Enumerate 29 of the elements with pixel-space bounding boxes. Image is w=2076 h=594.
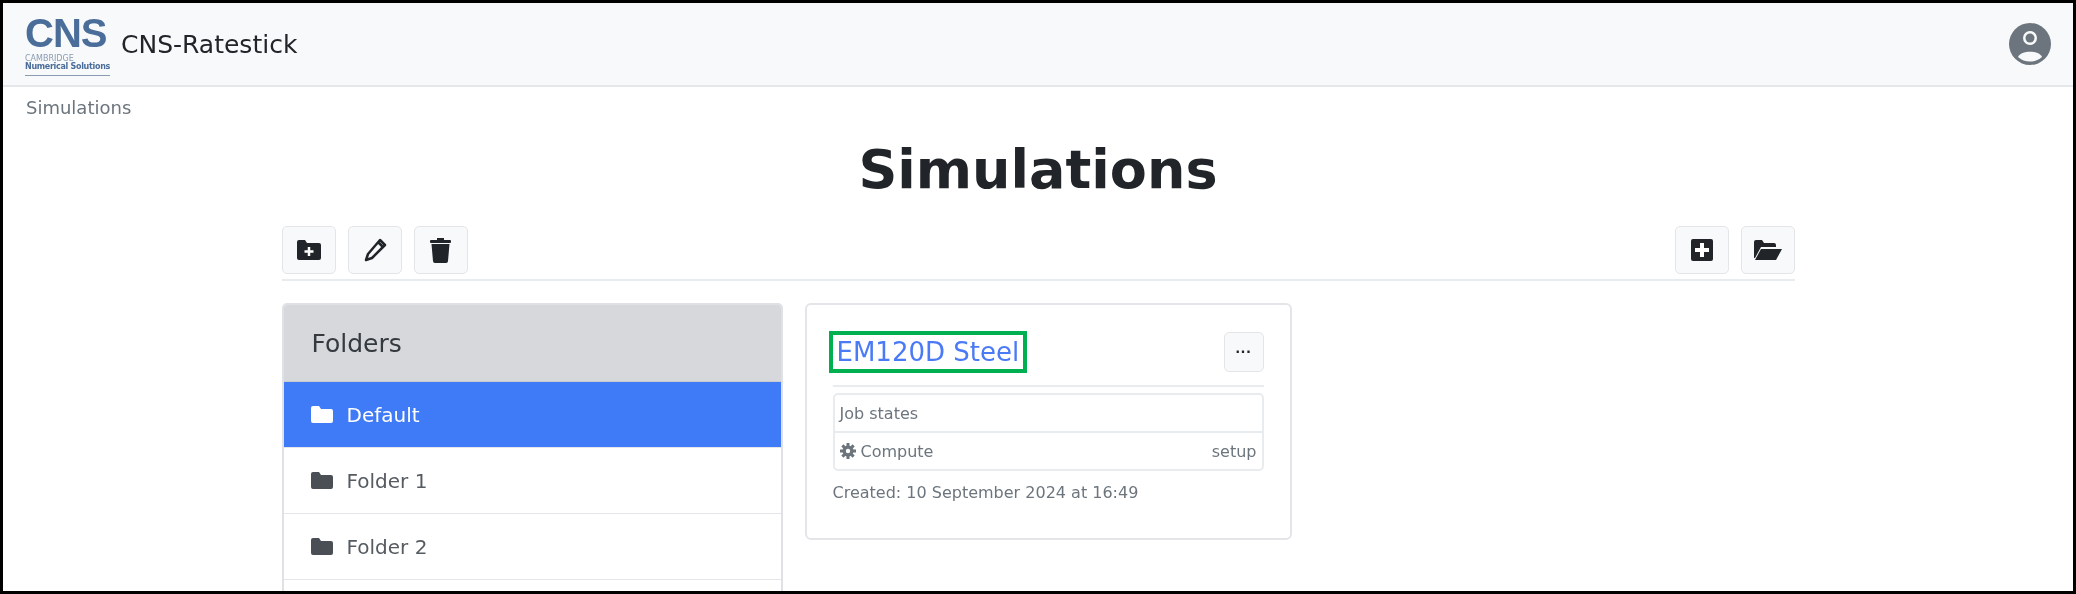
folder-icon xyxy=(310,406,333,423)
page-heading: Simulations xyxy=(857,138,1219,202)
gear-icon xyxy=(839,443,856,459)
logo-mark: CNS xyxy=(25,12,107,53)
more-button[interactable]: ··· xyxy=(1223,332,1264,372)
job-name: Compute xyxy=(860,441,934,461)
folder-item[interactable]: Default xyxy=(283,382,781,448)
folder-plus-icon xyxy=(296,240,321,260)
user-avatar-icon[interactable] xyxy=(2009,23,2051,65)
panel-header: Folders xyxy=(283,305,781,382)
square-plus-button[interactable] xyxy=(1674,226,1729,274)
folder-open-button[interactable] xyxy=(1740,226,1795,274)
created-date: Created: 10 September 2024 at 16:49 xyxy=(832,483,1140,502)
simulation-title-link[interactable]: EM120D Steel xyxy=(828,331,1028,373)
folder-open-icon xyxy=(1753,240,1782,260)
app-title[interactable]: CNS-Ratestick xyxy=(121,29,298,59)
logo-subtitle: CAMBRIDGE xyxy=(25,54,74,62)
trash-icon xyxy=(430,237,451,263)
breadcrumb-link[interactable]: Simulations xyxy=(26,97,132,118)
plus-square-icon xyxy=(1690,239,1713,261)
folder-plus-button[interactable] xyxy=(281,226,336,274)
job-state: setup xyxy=(1211,441,1257,461)
pencil-icon xyxy=(362,238,387,262)
logo-tagline: Numerical Solutions xyxy=(25,61,111,76)
trash-button[interactable] xyxy=(413,226,468,274)
folder-icon xyxy=(310,538,333,555)
pencil-button[interactable] xyxy=(347,226,402,274)
folder-icon xyxy=(310,472,333,489)
job-states-header: Job states xyxy=(834,395,1262,433)
